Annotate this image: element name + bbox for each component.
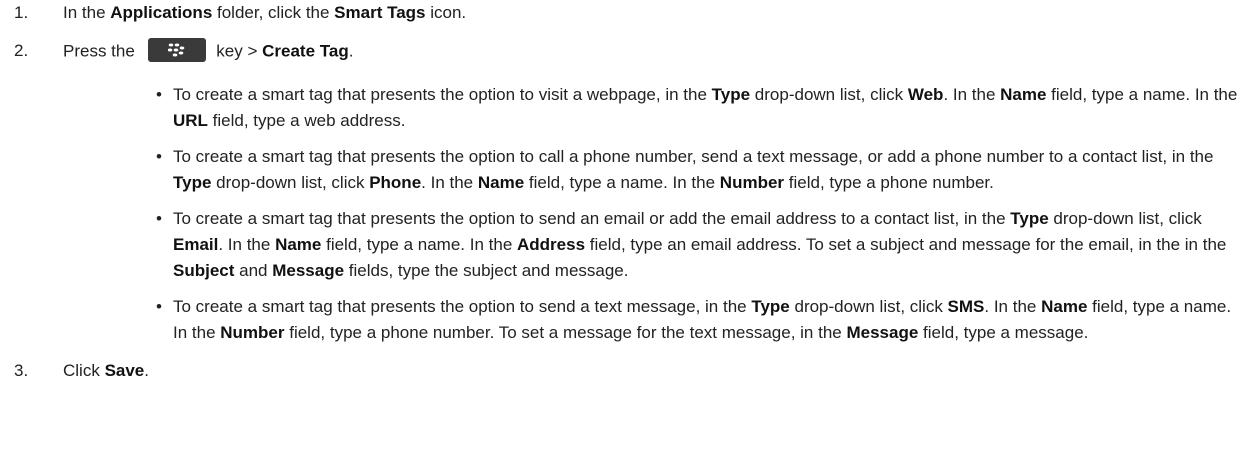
step-text: In the Applications folder, click the Sm…	[63, 3, 467, 22]
step-text-before-key: Press the	[63, 41, 135, 61]
bold-term: Type	[751, 297, 790, 316]
bold-term: Create Tag	[262, 41, 349, 61]
bold-term: SMS	[947, 297, 985, 316]
bold-term: Applications	[110, 3, 213, 22]
bold-term: Phone	[369, 173, 422, 192]
bullet-text: To create a smart tag that presents the …	[173, 209, 1227, 280]
bullet-text: To create a smart tag that presents the …	[173, 297, 1232, 342]
bold-term: Address	[517, 235, 586, 254]
bullet-item-sms: • To create a smart tag that presents th…	[63, 294, 1254, 346]
bullet-item-email: • To create a smart tag that presents th…	[63, 206, 1254, 284]
bold-term: Number	[719, 173, 785, 192]
bullet-text: To create a smart tag that presents the …	[173, 147, 1214, 192]
bullet-list: • To create a smart tag that presents th…	[63, 82, 1254, 346]
bullet-marker: •	[156, 147, 162, 166]
bold-term: Email	[173, 235, 219, 254]
bullet-item-phone: • To create a smart tag that presents th…	[63, 144, 1254, 196]
bold-term: Subject	[173, 261, 235, 280]
bold-term: Message	[846, 323, 919, 342]
bold-term: Type	[173, 173, 212, 192]
bold-term: Name	[1000, 85, 1047, 104]
bullet-marker: •	[156, 209, 162, 228]
bold-term: Web	[907, 85, 944, 104]
bullet-marker: •	[156, 85, 162, 104]
bold-term: Type	[1010, 209, 1049, 228]
step-2: 2. Press the key > Create Tag. • To crea…	[0, 38, 1254, 346]
step-number: 2.	[14, 41, 29, 60]
bullet-text: To create a smart tag that presents the …	[173, 85, 1238, 130]
step-number: 3.	[14, 361, 29, 380]
bold-term: Message	[272, 261, 345, 280]
bold-term: Type	[711, 85, 751, 104]
bold-term: Save	[104, 361, 145, 380]
bold-term: Name	[1041, 297, 1088, 316]
blackberry-menu-key-icon	[147, 38, 206, 62]
step-number: 1.	[14, 3, 29, 22]
instruction-document: 1. In the Applications folder, click the…	[0, 0, 1254, 382]
step-text: Click Save.	[63, 361, 149, 380]
bullet-marker: •	[156, 297, 162, 316]
step-3: 3. Click Save.	[0, 360, 1254, 382]
bold-term: Smart Tags	[334, 3, 426, 22]
step-1: 1. In the Applications folder, click the…	[0, 2, 1254, 24]
bullet-item-web: • To create a smart tag that presents th…	[63, 82, 1254, 134]
bold-term: Name	[477, 173, 525, 192]
step-text-after-key: key > Create Tag.	[216, 41, 354, 61]
bold-term: Number	[220, 323, 285, 342]
bold-term: URL	[173, 111, 208, 130]
bold-term: Name	[275, 235, 322, 254]
